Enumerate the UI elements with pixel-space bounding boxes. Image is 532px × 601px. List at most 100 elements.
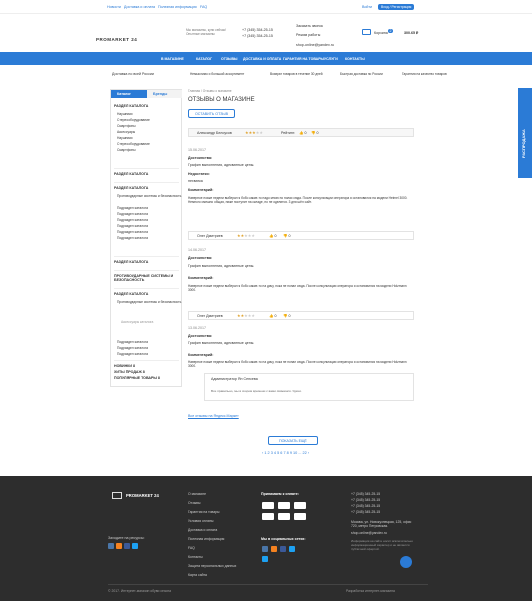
sidebar-subitem[interactable]: Аксессуары каталога [121, 320, 153, 324]
footer-link[interactable]: О магазине [188, 492, 206, 496]
yandex-reviews-link[interactable]: Все отзывы на Яндекс.Маркет [188, 414, 239, 418]
footer-email[interactable]: shop-online@yandex.ru [351, 531, 387, 535]
twitter-icon[interactable] [289, 546, 295, 552]
add-review-button[interactable]: Оставить отзыв [188, 109, 235, 119]
sidebar-group-title[interactable]: Раздел каталога [114, 260, 148, 264]
facebook-icon[interactable] [280, 546, 286, 552]
thumbs-down-icon[interactable]: 👎 0 [283, 234, 290, 238]
sidebar-group-title[interactable]: Раздел каталога [114, 172, 148, 176]
page-link[interactable]: 8 [287, 451, 289, 455]
phone-callback-icon[interactable] [400, 556, 412, 568]
tab-catalog[interactable]: Каталог [111, 90, 147, 98]
vk-icon[interactable] [108, 543, 114, 549]
sidebar-item[interactable]: Подраздел каталога [117, 212, 148, 216]
footer-logo[interactable]: PROMARKET 24 [126, 493, 159, 498]
sidebar-item[interactable]: Наушники [117, 136, 132, 140]
thumbs-up-icon[interactable]: 👍 0 [299, 131, 306, 135]
facebook-icon[interactable] [124, 543, 130, 549]
sidebar-item[interactable]: Подраздел каталога [117, 352, 148, 356]
ok-icon[interactable] [271, 546, 277, 552]
footer-phone[interactable]: +7 (345) 345-25-15 [351, 504, 380, 508]
sidebar-item[interactable]: Подраздел каталога [117, 236, 148, 240]
sidebar-item[interactable]: Подраздел каталога [117, 230, 148, 234]
sidebar-new[interactable]: Новинки 8 [114, 364, 135, 368]
nav-item-contacts[interactable]: Контакты [345, 57, 365, 61]
page-link[interactable]: 10 [293, 451, 297, 455]
callback-link[interactable]: Заказать звонок [296, 24, 323, 28]
email-link[interactable]: shop-online@yandex.ru [296, 43, 334, 47]
logo[interactable]: PROMARKET 24 [96, 28, 137, 46]
sidebar-item[interactable]: Подраздел каталога [117, 340, 148, 344]
page-link[interactable]: 7 [283, 451, 285, 455]
page-link[interactable]: 2 [268, 451, 270, 455]
copyright: © 2017. Интернет-магазин обуви сезона [108, 589, 172, 593]
ok-icon[interactable] [116, 543, 122, 549]
sidebar-item[interactable]: Подраздел каталога [117, 206, 148, 210]
developer-credit[interactable]: Разработка интернет-магазина [346, 589, 395, 593]
show-more-button[interactable]: Показать ещё [268, 436, 318, 446]
topbar-link-news[interactable]: Новости [107, 5, 121, 9]
sidebar-item[interactable]: Противоударные системы и безопасность [117, 300, 181, 304]
sidebar-item[interactable]: Стереооборудование [117, 142, 150, 146]
nav-item-reviews[interactable]: Отзывы [221, 57, 237, 61]
vk-icon[interactable] [262, 546, 268, 552]
thumbs-up-icon[interactable]: 👍 0 [269, 234, 276, 238]
sidebar-item[interactable]: Противоударные системы и безопасность [117, 194, 181, 198]
nav-item-catalog[interactable]: Каталог [196, 57, 212, 61]
footer-phone[interactable]: +7 (345) 345-25-15 [351, 510, 380, 514]
cart-label[interactable]: Корзина [374, 31, 388, 35]
nav-item-shop[interactable]: В магазине [161, 57, 184, 61]
sidebar-item[interactable]: Подраздел каталога [117, 218, 148, 222]
sale-side-tab[interactable]: Распродажа [518, 88, 532, 178]
footer-link[interactable]: Отзывы [188, 501, 200, 505]
cart-icon[interactable] [362, 29, 371, 35]
login-link[interactable]: Войти [362, 5, 372, 9]
nav-item-warranty[interactable]: Гарантия на товары [283, 57, 324, 61]
topbar-link-faq[interactable]: FAQ [200, 5, 207, 9]
topbar-link-delivery[interactable]: Доставка и оплата [124, 5, 155, 9]
sidebar-group-title[interactable]: Раздел каталога [114, 186, 148, 190]
phone-1[interactable]: +7 (345) 354-25-15 [242, 28, 273, 32]
twitter-icon[interactable] [262, 556, 268, 562]
footer-link[interactable]: Условия оплаты [188, 519, 214, 523]
page-link[interactable]: 1 [264, 451, 266, 455]
thumbs-up-icon[interactable]: 👍 0 [269, 314, 276, 318]
sidebar-item[interactable]: Подраздел каталога [117, 346, 148, 350]
pagination-next-icon[interactable]: › [307, 451, 309, 455]
phone-2[interactable]: +7 (345) 354-25-15 [242, 34, 273, 38]
tab-brands[interactable]: Бренды [147, 90, 182, 98]
sidebar-hits[interactable]: Хиты продаж 8 [114, 370, 145, 374]
sidebar-item[interactable]: Стереооборудование [117, 118, 150, 122]
nav-item-services[interactable]: Услуги [324, 57, 338, 61]
sidebar-item[interactable]: Смартфоны [117, 124, 136, 128]
schedule-link[interactable]: Режим работы [296, 33, 320, 37]
footer-link[interactable]: Гарантия на товары [188, 510, 219, 514]
topbar-link-info[interactable]: Полезная информация [158, 5, 197, 9]
register-button[interactable]: Вход / Регистрация [378, 3, 415, 10]
page-link[interactable]: 4 [274, 451, 276, 455]
sidebar-group-title[interactable]: Противоударные системы и безопасность [114, 274, 179, 282]
sidebar-item[interactable]: Наушники [117, 112, 132, 116]
nav-item-delivery[interactable]: Доставка и оплата [243, 57, 281, 61]
thumbs-down-icon[interactable]: 👎 0 [311, 131, 318, 135]
sidebar-item[interactable]: Смартфоны [117, 148, 136, 152]
footer-link[interactable]: FAQ [188, 546, 195, 550]
footer-link[interactable]: Карта сайта [188, 573, 207, 577]
footer-link[interactable]: Контакты [188, 555, 203, 559]
twitter-icon[interactable] [132, 543, 138, 549]
sidebar-item[interactable]: Подраздел каталога [117, 224, 148, 228]
sidebar-group-title[interactable]: Раздел каталога [114, 104, 148, 108]
page-link[interactable]: 3 [271, 451, 273, 455]
footer-phone[interactable]: +7 (345) 345-25-15 [351, 492, 380, 496]
footer-phone[interactable]: +7 (345) 345-25-15 [351, 498, 380, 502]
thumbs-down-icon[interactable]: 👎 0 [283, 314, 290, 318]
footer-link[interactable]: Полезная информация [188, 537, 224, 541]
page-link[interactable]: 9 [290, 451, 292, 455]
page-link[interactable]: 5 [277, 451, 279, 455]
sidebar-popular[interactable]: Популярные товары 8 [114, 376, 160, 380]
footer-link[interactable]: Защита персональных данных [188, 564, 236, 568]
sidebar-group-title[interactable]: Раздел каталога [114, 292, 148, 296]
footer-link[interactable]: Доставка и оплата [188, 528, 217, 532]
sidebar-item[interactable]: Аксессуары [117, 130, 135, 134]
breadcrumb[interactable]: Главная / Отзывы о магазине [188, 89, 232, 93]
